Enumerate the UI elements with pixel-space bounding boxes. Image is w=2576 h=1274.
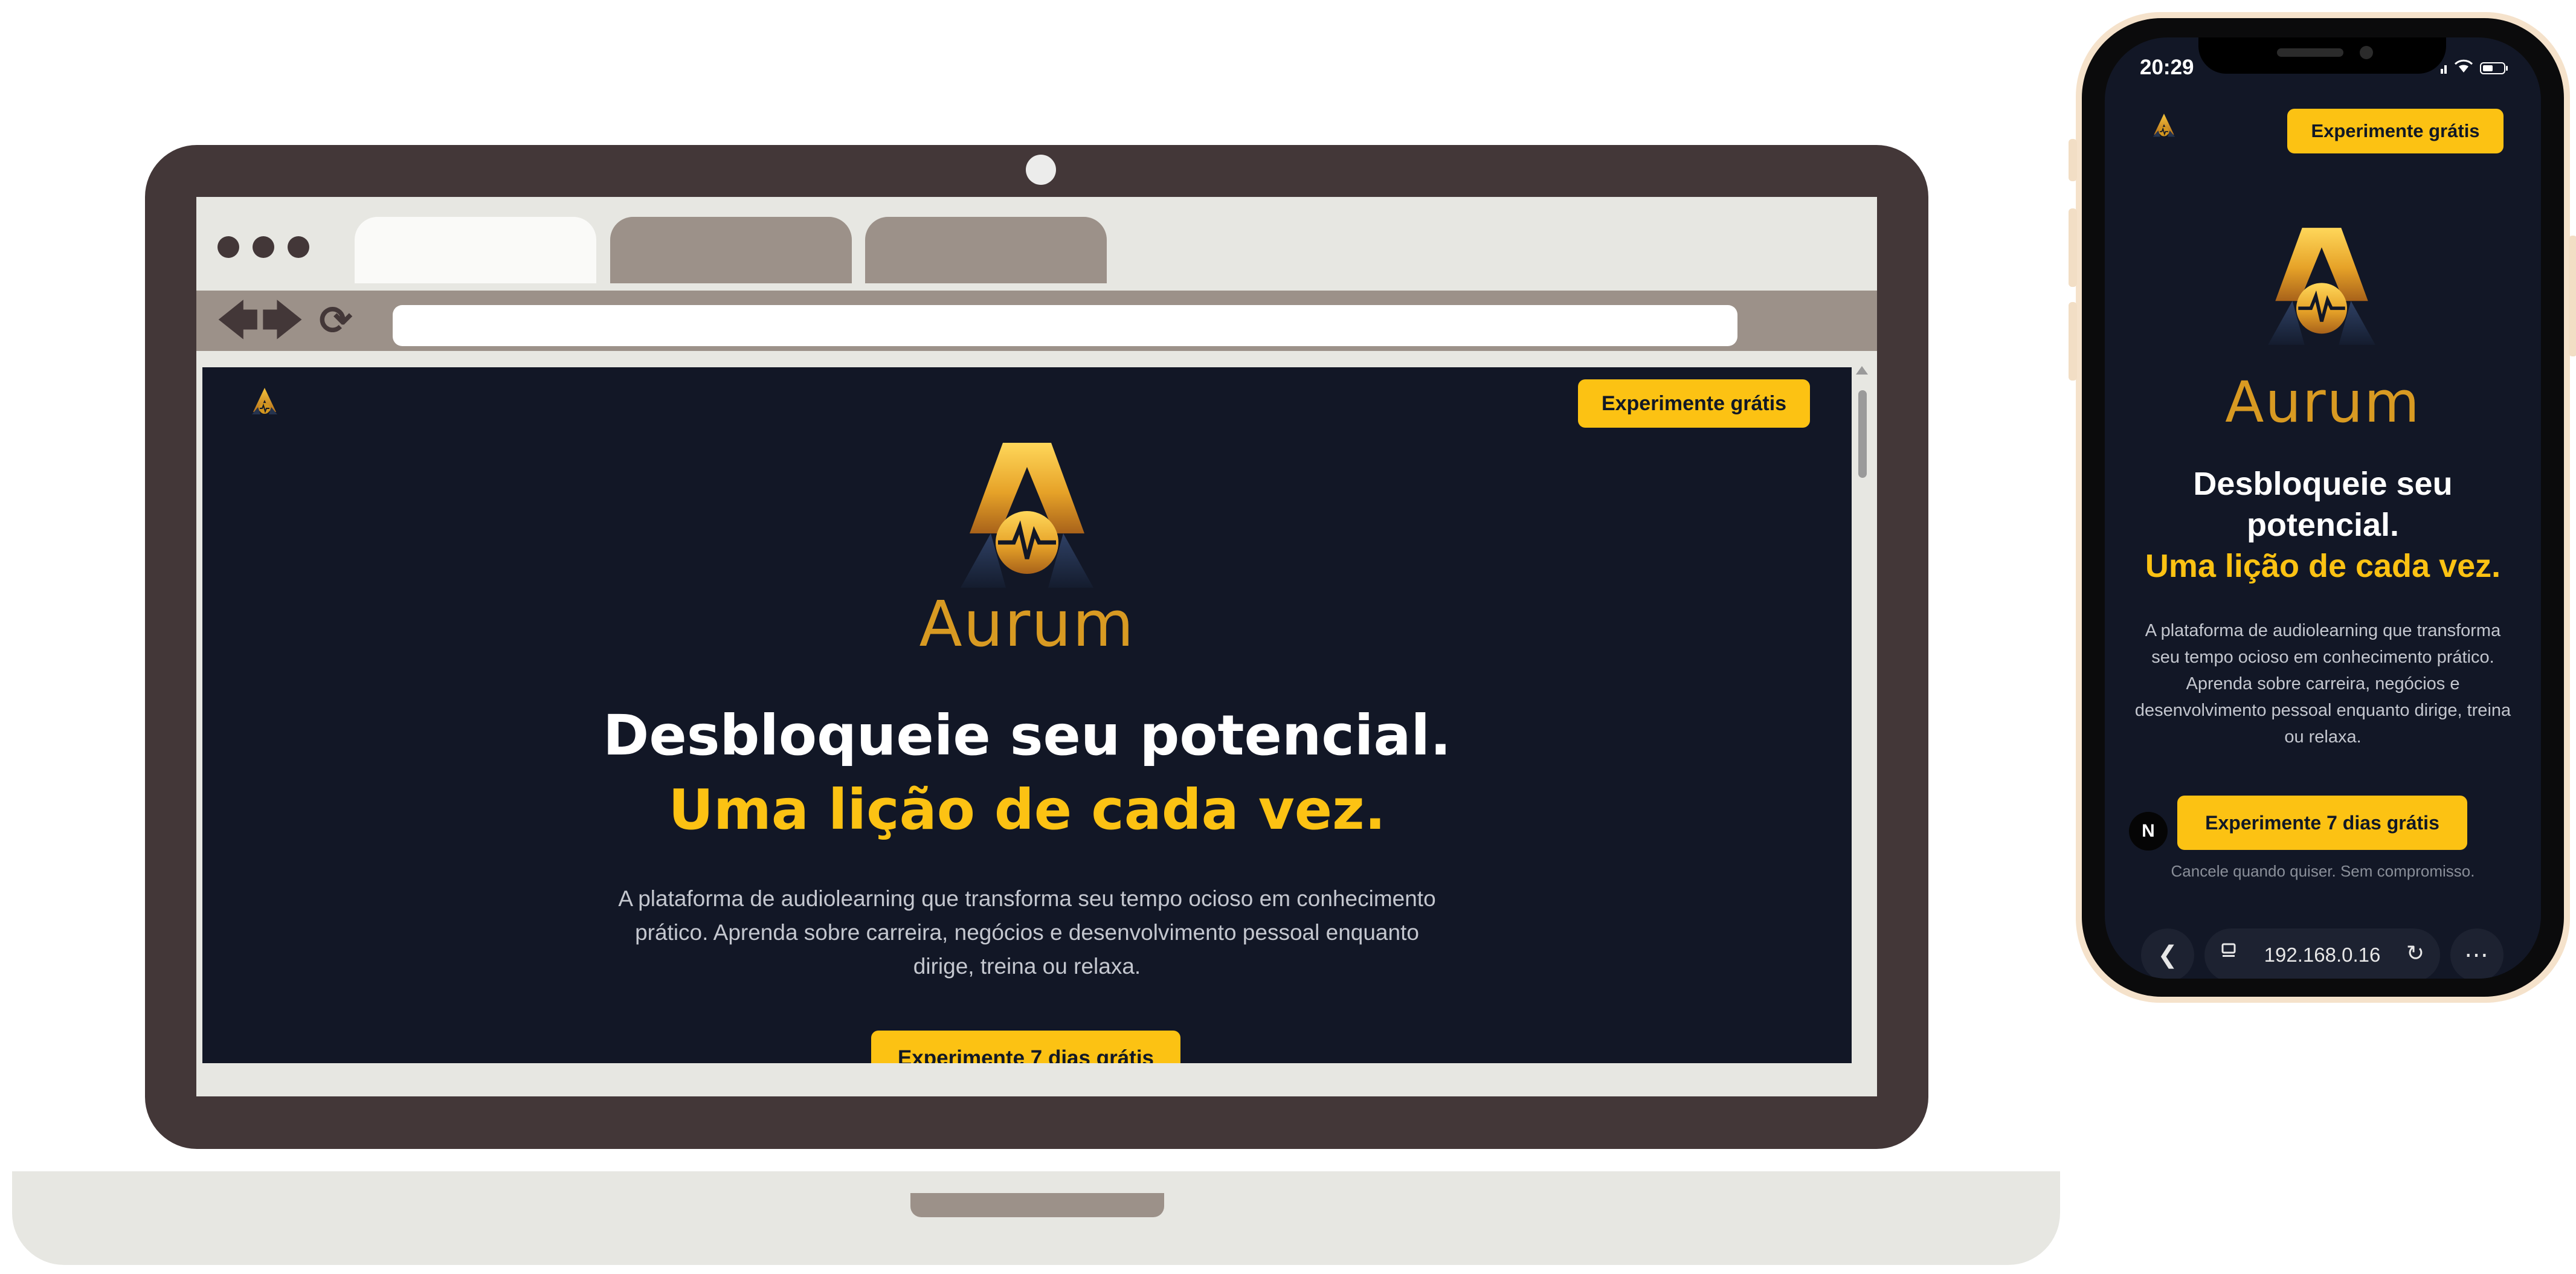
browser-tab[interactable] [865, 217, 1107, 283]
wifi-icon [2459, 65, 2468, 72]
phone-side-button [2069, 139, 2077, 181]
header-trial-button[interactable]: Experimente grátis [2287, 109, 2504, 153]
aurum-logo-icon [961, 443, 1093, 588]
phone-volume-up-button [2069, 208, 2077, 287]
back-chevron-icon[interactable]: ❮ [2141, 928, 2194, 979]
window-dot-icon[interactable] [217, 236, 239, 258]
more-options-icon[interactable]: ⋯ [2450, 928, 2504, 979]
description-line-4: desenvolvimento pessoal enquanto dirige,… [2134, 701, 2511, 720]
phone-url-text: 192.168.0.16 [2264, 944, 2381, 966]
primary-trial-button[interactable]: Experimente 7 dias grátis [2177, 796, 2467, 850]
brand-name: Aurum [919, 587, 1135, 661]
dev-tools-badge[interactable]: N [2129, 812, 2168, 851]
headline-line-3: Uma lição de cada vez. [2145, 548, 2501, 584]
status-time: 20:29 [2140, 56, 2194, 79]
status-icons [2441, 59, 2508, 74]
phone-volume-down-button [2069, 302, 2077, 381]
description-line-3: dirige, treina ou relaxa. [913, 954, 1141, 979]
page-scrollbar[interactable] [1852, 366, 1872, 1064]
description-line-5: ou relaxa. [2284, 727, 2362, 747]
speaker-grille [2277, 48, 2343, 57]
laptop-browser-window: 🡄 🡆 ⟳ Experimente grátis Aurum Desbloque… [196, 197, 1877, 1096]
browser-toolbar: 🡄 🡆 ⟳ [196, 291, 1877, 351]
back-arrow-icon[interactable]: 🡄 [217, 300, 259, 340]
description-line-3: Aprenda sobre carreira, negócios e [2186, 674, 2460, 693]
browser-tab[interactable] [610, 217, 852, 283]
description-line-1: A plataforma de audiolearning que transf… [2145, 621, 2501, 640]
laptop-base-notch [910, 1193, 1164, 1217]
forward-arrow-icon[interactable]: 🡆 [262, 300, 303, 340]
browser-tab-active[interactable] [355, 217, 596, 283]
page-settings-icon[interactable] [2221, 942, 2236, 959]
aurum-small-logo-icon[interactable] [251, 387, 279, 418]
laptop-camera [1026, 155, 1056, 185]
description-line-1: A plataforma de audiolearning que transf… [618, 886, 1436, 911]
phone-browser-bar: ❮ 192.168.0.16 ↻ ⋯ [2105, 928, 2541, 979]
description-line-2: prático. Aprenda sobre carreira, negócio… [635, 920, 1419, 945]
reload-icon[interactable]: ↻ [2406, 941, 2424, 966]
description-line-2: seu tempo ocioso em conhecimento prático… [2151, 648, 2494, 667]
scroll-up-arrow-icon[interactable] [1856, 366, 1868, 375]
cancel-note: Cancele quando quiser. Sem compromisso. [2171, 862, 2475, 880]
webpage-viewport: Experimente grátis Aurum Desbloqueie seu… [202, 367, 1852, 1063]
aurum-small-logo-icon[interactable] [2152, 112, 2176, 140]
aurum-logo-icon [2268, 228, 2375, 345]
laptop-base [12, 1171, 2060, 1265]
window-dot-icon[interactable] [253, 236, 274, 258]
reload-icon[interactable]: ⟳ [319, 300, 352, 340]
address-bar[interactable] [393, 305, 1737, 346]
header-trial-button[interactable]: Experimente grátis [1578, 379, 1810, 428]
primary-trial-button[interactable]: Experimente 7 dias grátis [871, 1031, 1180, 1063]
phone-address-bar[interactable]: 192.168.0.16 ↻ [2204, 928, 2440, 979]
phone-power-button [2569, 236, 2576, 356]
front-camera-icon [2360, 46, 2373, 59]
brand-name: Aurum [2225, 370, 2421, 436]
headline-line-2: Uma lição de cada vez. [668, 777, 1386, 842]
headline-line-1: Desbloqueie seu potencial. [602, 703, 1452, 768]
headline-line-2: potencial. [2246, 507, 2400, 543]
signal-icon [2441, 69, 2443, 74]
window-dot-icon[interactable] [288, 236, 309, 258]
headline-line-1: Desbloqueie seu [2193, 466, 2453, 502]
scrollbar-thumb[interactable] [1858, 390, 1867, 478]
phone-screen: 20:29 Experimente grátis Aurum Desbloque… [2105, 37, 2541, 979]
phone-notch [2198, 37, 2446, 74]
